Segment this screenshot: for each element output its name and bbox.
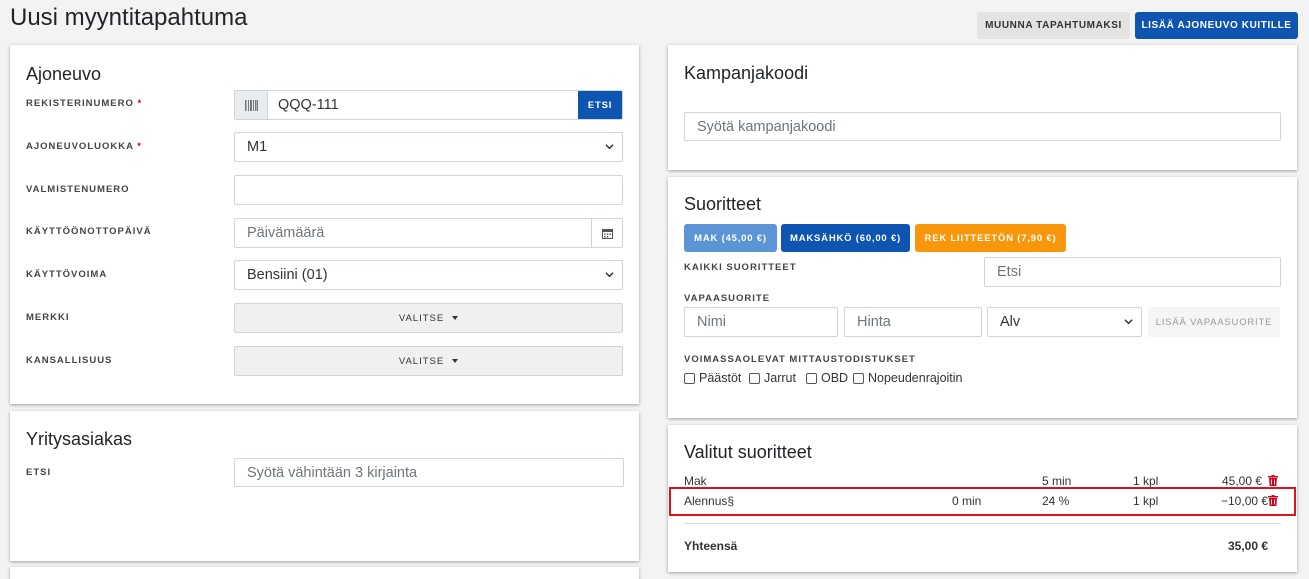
serial-number-label: VALMISTENUMERO <box>26 184 130 195</box>
row-mak-price: 45,00 € <box>1222 474 1263 488</box>
nationality-dropdown-button[interactable]: VALITSE <box>234 346 623 376</box>
company-card: Yritysasiakas ETSI Syötä vähintään 3 kir… <box>10 411 639 561</box>
barcode-icon[interactable] <box>235 91 268 119</box>
row-discount-time: 0 min <box>952 494 982 508</box>
total-divider <box>684 523 1281 524</box>
row-mak-qty: 1 kpl <box>1133 474 1159 488</box>
row-discount-percent: 24 % <box>1042 494 1070 508</box>
fuel-label: KÄYTTÖVOIMA <box>26 269 108 280</box>
add-vehicle-to-receipt-button[interactable]: LISÄÄ AJONEUVO KUITILLE <box>1135 12 1298 39</box>
vehicle-card: Ajoneuvo REKISTERINUMERO * QQQ-111 ETSI … <box>10 45 639 404</box>
free-service-price-input[interactable]: Hinta <box>844 307 982 337</box>
serial-number-input[interactable] <box>234 175 623 205</box>
free-service-vat-select[interactable]: Alv <box>987 307 1142 337</box>
vehicle-class-select[interactable]: M1 <box>234 132 623 162</box>
row-discount-price: −10,00 € <box>1221 494 1269 508</box>
reg-number-label: REKISTERINUMERO * <box>26 98 143 109</box>
row-mak-time: 5 min <box>1042 474 1072 488</box>
selected-services-title: Valitut suoritteet <box>684 442 812 462</box>
service-chip-mak[interactable]: MAK (45,00 €) <box>684 224 777 252</box>
highlighted-discount-row <box>669 487 1296 516</box>
trash-icon[interactable] <box>1268 495 1278 506</box>
reg-number-group: QQQ-111 ETSI <box>234 90 623 120</box>
free-service-label: VAPAASUORITE <box>684 293 771 304</box>
cert-checkbox-jarrut[interactable]: Jarrut <box>749 371 796 385</box>
company-search-label: ETSI <box>26 467 52 478</box>
all-services-label: KAIKKI SUORITTEET <box>684 262 797 273</box>
trash-icon[interactable] <box>1268 475 1278 486</box>
row-mak-name: Mak <box>684 474 707 488</box>
company-card-title: Yritysasiakas <box>26 429 133 449</box>
brand-label: MERKKI <box>26 312 70 323</box>
page-title: Uusi myyntitapahtuma <box>10 4 248 31</box>
chevron-down-icon <box>1124 319 1133 325</box>
next-card-edge <box>10 567 639 579</box>
reg-search-button[interactable]: ETSI <box>578 91 622 119</box>
nationality-label: KANSALLISUUS <box>26 355 113 366</box>
cert-checkbox-obd[interactable]: OBD <box>806 371 848 385</box>
total-label: Yhteensä <box>684 539 738 553</box>
chevron-down-icon <box>605 272 614 278</box>
valid-certificates-label: VOIMASSAOLEVAT MITTAUSTODISTUKSET <box>684 354 916 365</box>
chevron-down-icon <box>605 144 614 150</box>
free-service-name-input[interactable]: Nimi <box>684 307 838 337</box>
commissioning-date-label: KÄYTTÖÖNOTTOPÄIVÄ <box>26 226 152 237</box>
caret-down-icon <box>452 316 459 320</box>
cert-checkbox-nopeudenrajoitin[interactable]: Nopeudenrajoitin <box>853 371 963 385</box>
row-discount-name: Alennus§ <box>684 494 735 508</box>
cert-checkbox-paastot[interactable]: Päästöt <box>684 371 741 385</box>
company-search-input[interactable]: Syötä vähintään 3 kirjainta <box>234 458 624 487</box>
all-services-search-input[interactable]: Etsi <box>984 257 1281 287</box>
reg-number-input[interactable]: QQQ-111 <box>268 91 578 119</box>
row-discount-qty: 1 kpl <box>1133 494 1159 508</box>
calendar-icon[interactable] <box>591 219 622 247</box>
total-value: 35,00 € <box>1228 539 1269 553</box>
commissioning-date-input[interactable]: Päivämäärä <box>234 218 623 248</box>
campaign-card-title: Kampanjakoodi <box>684 63 809 83</box>
convert-to-transaction-button[interactable]: MUUNNA TAPAHTUMAKSI <box>977 12 1130 39</box>
fuel-select[interactable]: Bensiini (01) <box>234 260 623 290</box>
service-chip-maksahko[interactable]: MAKSÄHKÖ (60,00 €) <box>781 224 910 252</box>
campaign-card: Kampanjakoodi Syötä kampanjakoodi <box>668 45 1297 170</box>
brand-dropdown-button[interactable]: VALITSE <box>234 303 623 333</box>
vehicle-card-title: Ajoneuvo <box>26 64 102 84</box>
services-card-title: Suoritteet <box>684 194 762 214</box>
add-free-service-button[interactable]: LISÄÄ VAPAASUORITE <box>1148 307 1280 337</box>
caret-down-icon <box>452 359 459 363</box>
campaign-code-input[interactable]: Syötä kampanjakoodi <box>684 112 1281 141</box>
service-chip-rek-liitteeton[interactable]: REK LIITTEETÖN (7,90 €) <box>915 224 1066 252</box>
vehicle-class-label: AJONEUVOLUOKKA * <box>26 141 142 152</box>
